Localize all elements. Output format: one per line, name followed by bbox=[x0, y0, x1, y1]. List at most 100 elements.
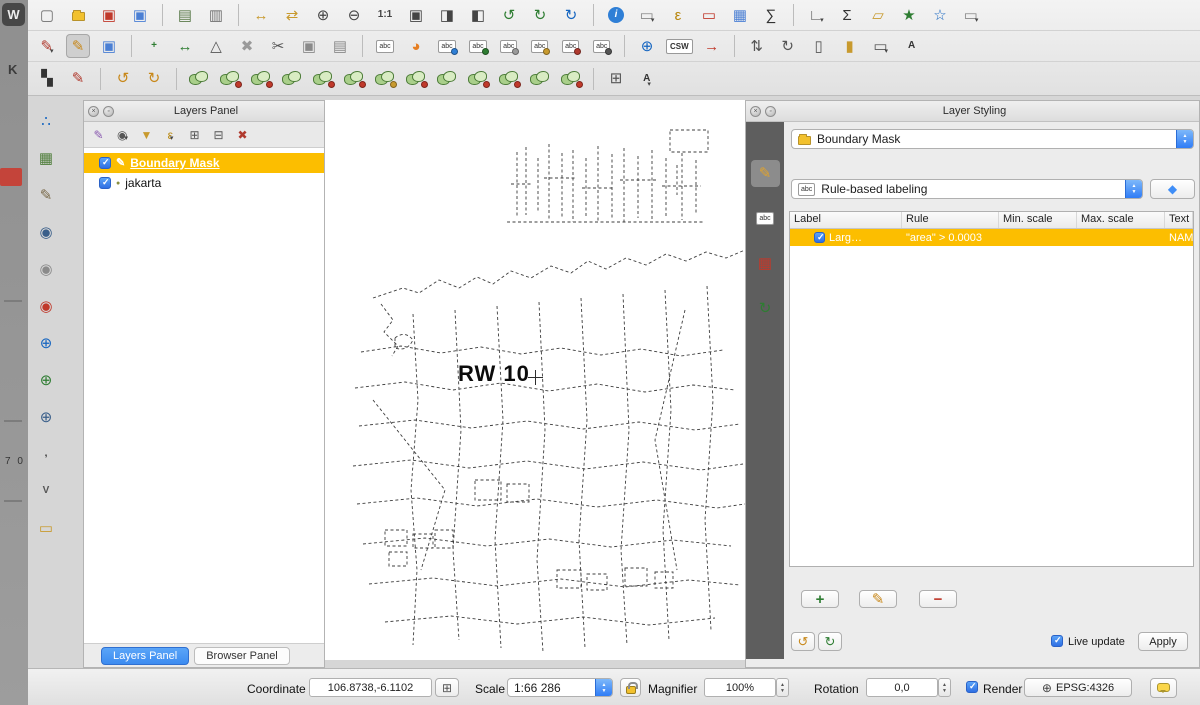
raster-calculator-button[interactable]: ▚ bbox=[35, 67, 59, 91]
new-project-button[interactable]: ▢ bbox=[35, 3, 59, 27]
expand-all-button[interactable]: ⊞ bbox=[184, 124, 205, 145]
layer-visibility-checkbox[interactable] bbox=[99, 157, 111, 169]
add-spatialite-layer-button[interactable]: ✎ bbox=[34, 183, 58, 207]
redo-button[interactable]: ↻ bbox=[142, 67, 166, 91]
simplify-feature-button[interactable] bbox=[559, 67, 583, 91]
render-checkbox[interactable] bbox=[966, 681, 978, 693]
snapping-options-button[interactable]: ⊞ bbox=[604, 67, 628, 91]
label-pin-button[interactable]: abc▾ bbox=[528, 34, 552, 58]
tab-diagrams-icon[interactable]: ▦ bbox=[753, 252, 777, 276]
union-button[interactable] bbox=[373, 67, 397, 91]
label-settings-button[interactable]: abc▾ bbox=[497, 34, 521, 58]
cut-features-button[interactable]: ✂ bbox=[266, 34, 290, 58]
refresh-map-button[interactable]: ↻ bbox=[559, 3, 583, 27]
map-canvas[interactable]: RW 10 bbox=[325, 100, 745, 660]
statistical-summary-button[interactable]: Σ bbox=[835, 3, 859, 27]
buffer-button[interactable] bbox=[187, 67, 211, 91]
fill-style-button[interactable]: ✎ bbox=[66, 67, 90, 91]
apply-button[interactable]: Apply bbox=[1138, 632, 1188, 651]
add-raster-layer-button[interactable]: ▦ bbox=[34, 146, 58, 170]
crs-status-button[interactable]: ⊕ EPSG:4326 bbox=[1024, 678, 1132, 697]
filter-by-expression-button[interactable]: ε▾ bbox=[160, 124, 181, 145]
zoom-last-button[interactable]: ↺ bbox=[497, 3, 521, 27]
change-label-properties-button[interactable]: A bbox=[900, 34, 924, 58]
styling-redo-button[interactable]: ↻ bbox=[818, 632, 842, 651]
manage-map-themes-button[interactable]: ◉▾ bbox=[112, 124, 133, 145]
add-wms-layer-button[interactable]: ⊕ bbox=[34, 331, 58, 355]
new-print-composer-button[interactable]: ▤ bbox=[173, 3, 197, 27]
filter-legend-button[interactable]: ▼ bbox=[136, 124, 157, 145]
label-toolbar-blue-button[interactable]: abc bbox=[435, 34, 459, 58]
edit-rule-button[interactable]: ✎ bbox=[859, 590, 897, 608]
open-attribute-table-button[interactable]: ▦ bbox=[728, 3, 752, 27]
styling-layer-select[interactable]: Boundary Mask bbox=[791, 129, 1194, 149]
toggle-editing-button[interactable]: ✎ bbox=[66, 34, 90, 58]
pin-unpin-labels-button[interactable]: ▯ bbox=[807, 34, 831, 58]
zoom-out-button[interactable]: ⊖ bbox=[342, 3, 366, 27]
intersection-button[interactable] bbox=[311, 67, 335, 91]
tab-layers-panel[interactable]: Layers Panel bbox=[101, 647, 189, 665]
save-layer-edits-button[interactable]: ▣ bbox=[97, 34, 121, 58]
float-panel-button[interactable]: ◦ bbox=[765, 106, 776, 117]
label-hide-button[interactable]: abc▾ bbox=[559, 34, 583, 58]
zoom-to-layer-button[interactable]: ◧ bbox=[466, 3, 490, 27]
column-header-rule[interactable]: Rule bbox=[902, 212, 999, 228]
layer-visibility-checkbox[interactable] bbox=[99, 177, 111, 189]
new-shapefile-layer-button[interactable]: ▭ bbox=[34, 516, 58, 540]
add-feature-button[interactable]: + bbox=[142, 34, 166, 58]
show-bookmarks-button[interactable]: ☆ bbox=[928, 3, 952, 27]
tab-symbology[interactable]: ✎ bbox=[751, 160, 780, 187]
zoom-native-button[interactable]: 1:1 bbox=[373, 3, 397, 27]
zoom-to-selection-button[interactable]: ◨ bbox=[435, 3, 459, 27]
coordinate-input[interactable]: 106.8738,-6.1102 bbox=[309, 678, 432, 697]
move-label-button[interactable]: ⇅ bbox=[745, 34, 769, 58]
annotation-button[interactable]: ▭▾ bbox=[959, 3, 983, 27]
column-header-text[interactable]: Text bbox=[1165, 212, 1193, 228]
tab-diagrams[interactable]: ▦ bbox=[751, 250, 780, 277]
identify-features-button[interactable]: i bbox=[604, 3, 628, 27]
layer-item[interactable]: ●jakarta bbox=[84, 173, 324, 193]
zoom-full-button[interactable]: ▣ bbox=[404, 3, 428, 27]
rotation-input[interactable]: 0,0 bbox=[866, 678, 938, 697]
layer-item[interactable]: ✎Boundary Mask bbox=[84, 153, 324, 173]
styling-undo-button[interactable]: ↺ bbox=[791, 632, 815, 651]
collapse-all-button[interactable]: ⊟ bbox=[208, 124, 229, 145]
osm-place-search-button[interactable]: → bbox=[700, 34, 724, 58]
dissolve-button[interactable] bbox=[280, 67, 304, 91]
add-wfs-layer-button[interactable]: ⊕ bbox=[34, 405, 58, 429]
labeling-options-button[interactable]: abc bbox=[373, 34, 397, 58]
rule-checkbox[interactable] bbox=[814, 232, 825, 243]
undo-button[interactable]: ↺ bbox=[111, 67, 135, 91]
float-panel-button[interactable]: ◦ bbox=[103, 106, 114, 117]
zoom-in-button[interactable]: ⊕ bbox=[311, 3, 335, 27]
tab-browser-panel[interactable]: Browser Panel bbox=[194, 647, 290, 665]
tab-history[interactable]: ↻ bbox=[751, 295, 780, 322]
highlight-pinned-labels-button[interactable]: ▮ bbox=[838, 34, 862, 58]
field-calculator-button[interactable]: ∑ bbox=[759, 3, 783, 27]
scale-combobox[interactable]: 1:66 286 bbox=[507, 678, 613, 697]
tab-history-icon[interactable]: ↻ bbox=[753, 297, 777, 321]
toggle-extents-button[interactable]: ⊞ bbox=[435, 678, 459, 697]
save-project-button[interactable]: ▣ bbox=[97, 3, 121, 27]
label-rules-button[interactable]: abc▾ bbox=[590, 34, 614, 58]
symmetric-difference-button[interactable] bbox=[342, 67, 366, 91]
select-features-button[interactable]: ▭▾ bbox=[635, 3, 659, 27]
label-toolbar-green-button[interactable]: abc bbox=[466, 34, 490, 58]
remove-rule-button[interactable]: − bbox=[919, 590, 957, 608]
rotate-label-button[interactable]: ↻ bbox=[776, 34, 800, 58]
magnifier-input[interactable]: 100% bbox=[704, 678, 776, 697]
deselect-features-button[interactable]: ▭ bbox=[697, 3, 721, 27]
close-panel-button[interactable]: × bbox=[88, 106, 99, 117]
close-panel-button[interactable]: × bbox=[750, 106, 761, 117]
labeling-mode-select[interactable]: abc Rule-based labeling bbox=[791, 179, 1143, 199]
add-postgis-layer-button[interactable]: ◉ bbox=[34, 220, 58, 244]
open-styling-dock-button[interactable]: ✎ bbox=[88, 124, 109, 145]
measure-button[interactable]: ∟▾ bbox=[804, 3, 828, 27]
eliminate-button[interactable] bbox=[404, 67, 428, 91]
background-red-tile[interactable] bbox=[0, 168, 22, 186]
paste-features-button[interactable]: ▤ bbox=[328, 34, 352, 58]
copy-features-button[interactable]: ▣ bbox=[297, 34, 321, 58]
delete-selected-button[interactable]: ✖ bbox=[235, 34, 259, 58]
diagram-options-button[interactable]: ◕ bbox=[404, 34, 428, 58]
move-feature-button[interactable]: ↔ bbox=[173, 34, 197, 58]
